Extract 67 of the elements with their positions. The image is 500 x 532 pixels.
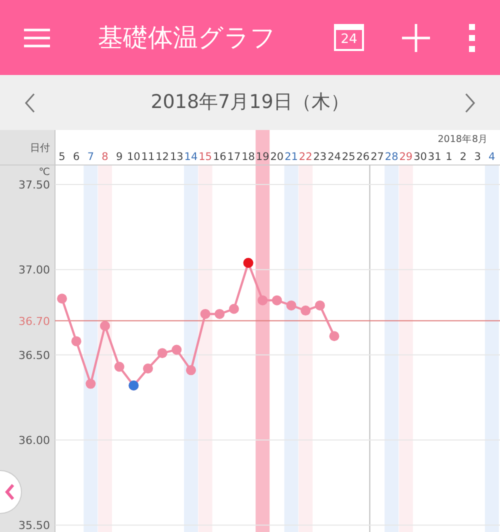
axis-label: 36.50 [18, 348, 50, 362]
menu-icon[interactable] [24, 28, 50, 48]
day-label: 31 [428, 151, 442, 163]
day-label: 29 [399, 151, 413, 163]
day-label: 7 [87, 151, 94, 163]
day-label: 24 [328, 151, 341, 163]
day-label: 16 [212, 151, 226, 163]
data-point [200, 308, 210, 319]
data-point [258, 295, 268, 306]
more-icon[interactable] [468, 24, 476, 52]
data-point [228, 304, 239, 314]
day-label: 22 [298, 151, 312, 163]
data-point [286, 300, 296, 310]
data-point [186, 365, 196, 376]
data-point [329, 331, 340, 342]
day-label: 17 [227, 151, 241, 163]
day-label: 3 [474, 151, 481, 163]
day-label: 1 [446, 151, 452, 163]
axis-label: 36.70 [18, 314, 50, 328]
day-label: 5 [58, 151, 66, 163]
day-label: 21 [284, 151, 298, 163]
day-label: 2 [460, 151, 467, 163]
data-point [142, 363, 153, 374]
day-label: 10 [126, 151, 140, 163]
axis-label: 35.50 [18, 519, 50, 532]
chevron-icon [5, 483, 15, 501]
date-label: 2018年7月19日（木） [150, 90, 350, 116]
day-label: 28 [384, 151, 398, 163]
data-point [157, 348, 168, 358]
axis-label: 37.50 [18, 178, 50, 192]
day-label: 20 [270, 151, 284, 163]
date-header: 日付 [30, 143, 50, 154]
data-point [214, 308, 225, 319]
day-label: 4 [488, 151, 496, 163]
day-label: 26 [356, 151, 370, 163]
day-label: 18 [242, 151, 255, 163]
day-label: 6 [72, 151, 80, 163]
day-label: 15 [198, 151, 212, 163]
day-label: 19 [256, 151, 270, 163]
previous-icon[interactable] [24, 92, 36, 112]
axis-label: 37.00 [18, 264, 50, 277]
add-icon[interactable] [402, 24, 430, 52]
data-point [272, 295, 282, 306]
calendar-button[interactable]: 24 [334, 24, 364, 51]
data-point [172, 344, 182, 355]
data-point [71, 336, 82, 346]
day-label: 9 [116, 151, 123, 163]
next-icon[interactable] [464, 92, 476, 112]
day-label: 11 [141, 151, 155, 163]
day-label: 30 [414, 151, 427, 163]
day-label: 23 [313, 151, 327, 163]
axis-unit: ℃ [38, 167, 50, 178]
data-point [300, 306, 311, 316]
day-label: 8 [102, 151, 108, 163]
day-label: 13 [170, 151, 184, 163]
data-point [314, 300, 325, 310]
data-point [100, 320, 110, 331]
day-label: 25 [342, 151, 356, 163]
axis-label: 36.00 [18, 434, 50, 448]
day-label: 12 [156, 151, 169, 163]
data-point [57, 294, 67, 304]
data-point [86, 378, 96, 389]
day-label: 14 [184, 151, 198, 163]
month-label: 2018年8月 [438, 134, 488, 145]
data-point [114, 362, 124, 372]
day-label: 27 [370, 151, 384, 163]
app-title: 基礎体温グラフ [98, 22, 276, 54]
